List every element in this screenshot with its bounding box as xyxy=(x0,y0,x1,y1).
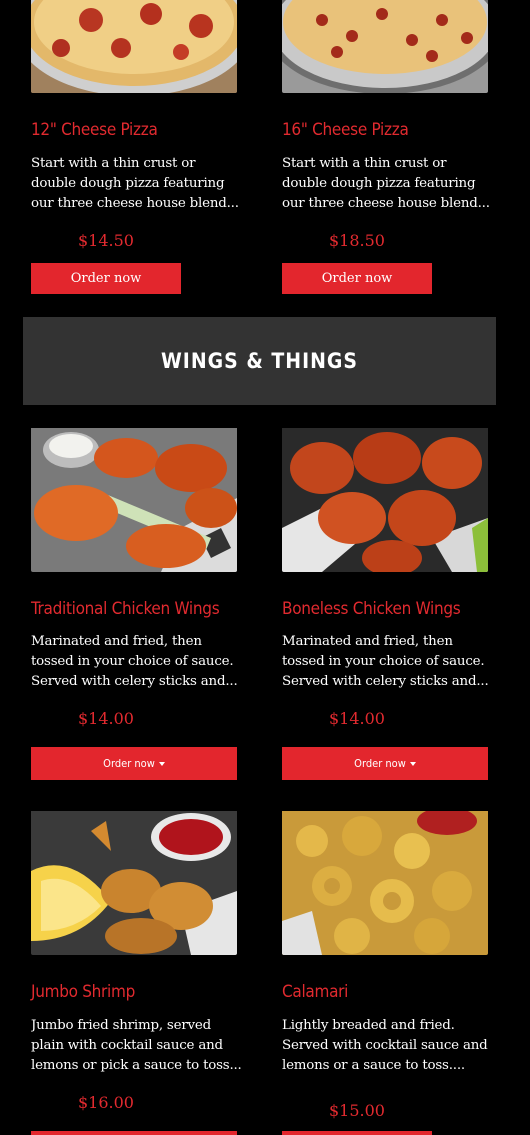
order-now-dropdown-button[interactable] xyxy=(31,1131,237,1135)
pizza-12-image xyxy=(31,0,237,93)
order-now-dropdown-button[interactable]: Order now xyxy=(31,747,237,780)
menu-item-title: 12" Cheese Pizza xyxy=(31,120,158,140)
menu-item-description: Marinated and fried, then tossed in your… xyxy=(282,634,489,689)
menu-item-title: Calamari xyxy=(282,982,349,1002)
order-now-button[interactable] xyxy=(282,1131,432,1135)
menu-item-description: Start with a thin crust or double dough … xyxy=(282,156,490,211)
section-title: WINGS & THINGS xyxy=(160,349,359,373)
menu-item-price: $15.00 xyxy=(329,1101,385,1120)
pizza-16-image xyxy=(282,0,488,93)
menu-item-description: Marinated and fried, then tossed in your… xyxy=(31,634,238,689)
menu-item-description: Start with a thin crust or double dough … xyxy=(31,156,239,211)
section-header-wings-and-things: WINGS & THINGS xyxy=(23,317,496,405)
order-now-button[interactable]: Order now xyxy=(31,263,181,294)
menu-item-price: $16.00 xyxy=(78,1093,134,1112)
boneless-wings-image xyxy=(282,428,488,572)
menu-item-price: $14.50 xyxy=(78,231,134,250)
menu-item-price: $14.00 xyxy=(329,709,385,728)
traditional-wings-image xyxy=(31,428,237,572)
menu-item-title: Boneless Chicken Wings xyxy=(282,599,461,619)
menu-item-title: 16" Cheese Pizza xyxy=(282,120,409,140)
menu-item-title: Jumbo Shrimp xyxy=(31,982,135,1002)
order-now-button[interactable]: Order now xyxy=(282,263,432,294)
menu-item-description: Jumbo fried shrimp, served plain with co… xyxy=(31,1018,241,1073)
menu-item-price: $18.50 xyxy=(329,231,385,250)
menu-item-description: Lightly breaded and fried. Served with c… xyxy=(282,1018,488,1073)
menu-item-price: $14.00 xyxy=(78,709,134,728)
caret-down-icon xyxy=(158,761,165,766)
jumbo-shrimp-image xyxy=(31,811,237,955)
calamari-image xyxy=(282,811,488,955)
caret-down-icon xyxy=(409,761,416,766)
menu-item-title: Traditional Chicken Wings xyxy=(31,599,220,619)
order-now-dropdown-button[interactable]: Order now xyxy=(282,747,488,780)
